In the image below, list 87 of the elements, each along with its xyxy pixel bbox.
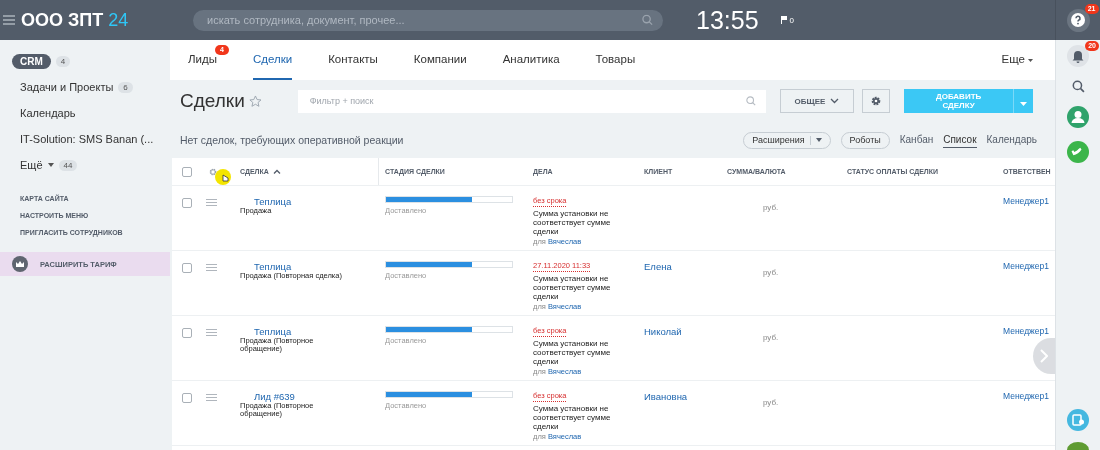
responsible-link[interactable]: Менеджер1 <box>1003 326 1049 336</box>
tab[interactable]: Лиды <box>188 40 217 80</box>
item-count: 44 <box>58 159 78 171</box>
responsible-link[interactable]: Менеджер1 <box>1003 196 1049 206</box>
caret-icon[interactable] <box>1028 58 1033 62</box>
preset-button[interactable]: ОБЩЕЕ <box>779 89 855 113</box>
flag-count: 0 <box>789 15 794 25</box>
tab[interactable]: Аналитика <box>502 40 560 80</box>
client-link[interactable]: Николай <box>644 326 682 337</box>
scroll-right-button[interactable] <box>1033 338 1055 374</box>
sidebar-label: Календарь <box>20 107 76 119</box>
drag-handle-icon[interactable] <box>206 394 217 401</box>
more-tab[interactable]: Еще <box>1001 40 1025 80</box>
chat-icon[interactable] <box>1067 409 1089 431</box>
bell-icon <box>1072 49 1084 63</box>
filter-field[interactable]: Фильтр + поиск <box>297 89 766 113</box>
deal-link[interactable]: Теплица <box>240 196 385 207</box>
sidebar-item[interactable]: Задачи и Проекты 6 <box>0 76 170 98</box>
tab[interactable]: Компании <box>413 40 467 80</box>
help-icon <box>1071 13 1085 27</box>
task-text: Сумма установки не соответствует сумме сделки <box>533 404 612 431</box>
notice-text: Нет сделок, требующих оперативной реакции <box>180 134 404 146</box>
item-count: 6 <box>118 81 133 93</box>
settings-button[interactable] <box>862 89 891 113</box>
sidebar-item[interactable]: CRM 4 <box>0 50 170 72</box>
page-title: Сделки <box>180 90 245 112</box>
robots-button[interactable]: Роботы <box>840 131 890 149</box>
search-field[interactable]: искать сотрудника, документ, прочее... <box>193 9 663 31</box>
cursor-highlight <box>215 169 231 185</box>
gear-icon <box>870 95 883 107</box>
row-checkbox[interactable] <box>182 198 192 208</box>
client-link[interactable]: Елена <box>644 261 672 272</box>
currency: руб. <box>762 203 779 212</box>
status-icon[interactable] <box>1067 442 1089 450</box>
sidebar-label: Задачи и Проекты <box>20 81 114 93</box>
star-icon[interactable] <box>248 94 262 108</box>
chevron-down-icon <box>830 98 840 104</box>
avatar-icon[interactable] <box>1067 106 1089 128</box>
drag-handle-icon[interactable] <box>206 329 217 336</box>
row-checkbox[interactable] <box>182 328 192 338</box>
drag-handle-icon[interactable] <box>206 199 217 206</box>
row-checkbox[interactable] <box>182 263 192 273</box>
deal-link[interactable]: Лид #639 <box>240 391 385 402</box>
responsible-link[interactable]: Менеджер1 <box>1003 391 1049 401</box>
task-text: Сумма установки не соответствует сумме сделки <box>533 209 612 236</box>
flag-icon[interactable] <box>780 16 787 24</box>
sidebar-label: CRM <box>12 53 51 69</box>
search-icon <box>745 96 756 106</box>
menu-icon[interactable] <box>3 15 15 25</box>
tab[interactable]: Товары <box>595 40 636 80</box>
sidebar-item[interactable]: Календарь <box>0 102 170 124</box>
client-link[interactable]: Ивановна <box>644 391 688 402</box>
search-icon[interactable] <box>1071 80 1085 93</box>
logo[interactable]: ООО ЗПТ 24 <box>21 9 129 31</box>
currency: руб. <box>762 333 779 342</box>
tab[interactable]: Контакты <box>328 40 378 80</box>
deal-link[interactable]: Теплица <box>240 326 385 337</box>
select-all-checkbox[interactable] <box>182 166 192 177</box>
row-checkbox[interactable] <box>182 393 192 403</box>
tab[interactable]: Сделки <box>252 40 293 80</box>
caret-icon <box>1020 101 1027 106</box>
settings-icon[interactable] <box>208 166 218 177</box>
chevron-right-icon <box>1040 349 1048 363</box>
sidebar-item[interactable]: IT-Solution: SMS Banan (... <box>0 128 170 150</box>
deal-link[interactable]: Теплица <box>240 261 385 272</box>
caret-icon <box>47 163 54 167</box>
task-text: Сумма установки не соответствует сумме сделки <box>533 339 612 366</box>
item-count: 4 <box>55 55 71 67</box>
extensions-button[interactable]: Расширения <box>743 131 831 149</box>
view-tab[interactable]: Календарь <box>986 132 1037 148</box>
sidebar-label: Ещё <box>20 159 43 171</box>
sort-up-icon[interactable] <box>272 169 281 174</box>
search-icon <box>642 14 653 26</box>
sidebar-more[interactable]: Ещё 44 <box>0 154 170 176</box>
clock: 13:55 <box>696 5 759 35</box>
responsible-link[interactable]: Менеджер1 <box>1003 261 1049 271</box>
sidebar-label: IT-Solution: SMS Banan (... <box>20 133 154 145</box>
notifications-button[interactable] <box>1067 45 1089 67</box>
currency: руб. <box>762 398 779 407</box>
currency: руб. <box>762 268 779 277</box>
view-tab[interactable]: Список <box>943 132 977 148</box>
caret-icon <box>815 138 822 142</box>
drag-handle-icon[interactable] <box>206 264 217 271</box>
view-tab[interactable]: Канбан <box>899 132 934 148</box>
crown-icon <box>12 256 28 272</box>
help-button[interactable] <box>1066 8 1090 32</box>
task-text: Сумма установки не соответствует сумме сделки <box>533 274 612 301</box>
